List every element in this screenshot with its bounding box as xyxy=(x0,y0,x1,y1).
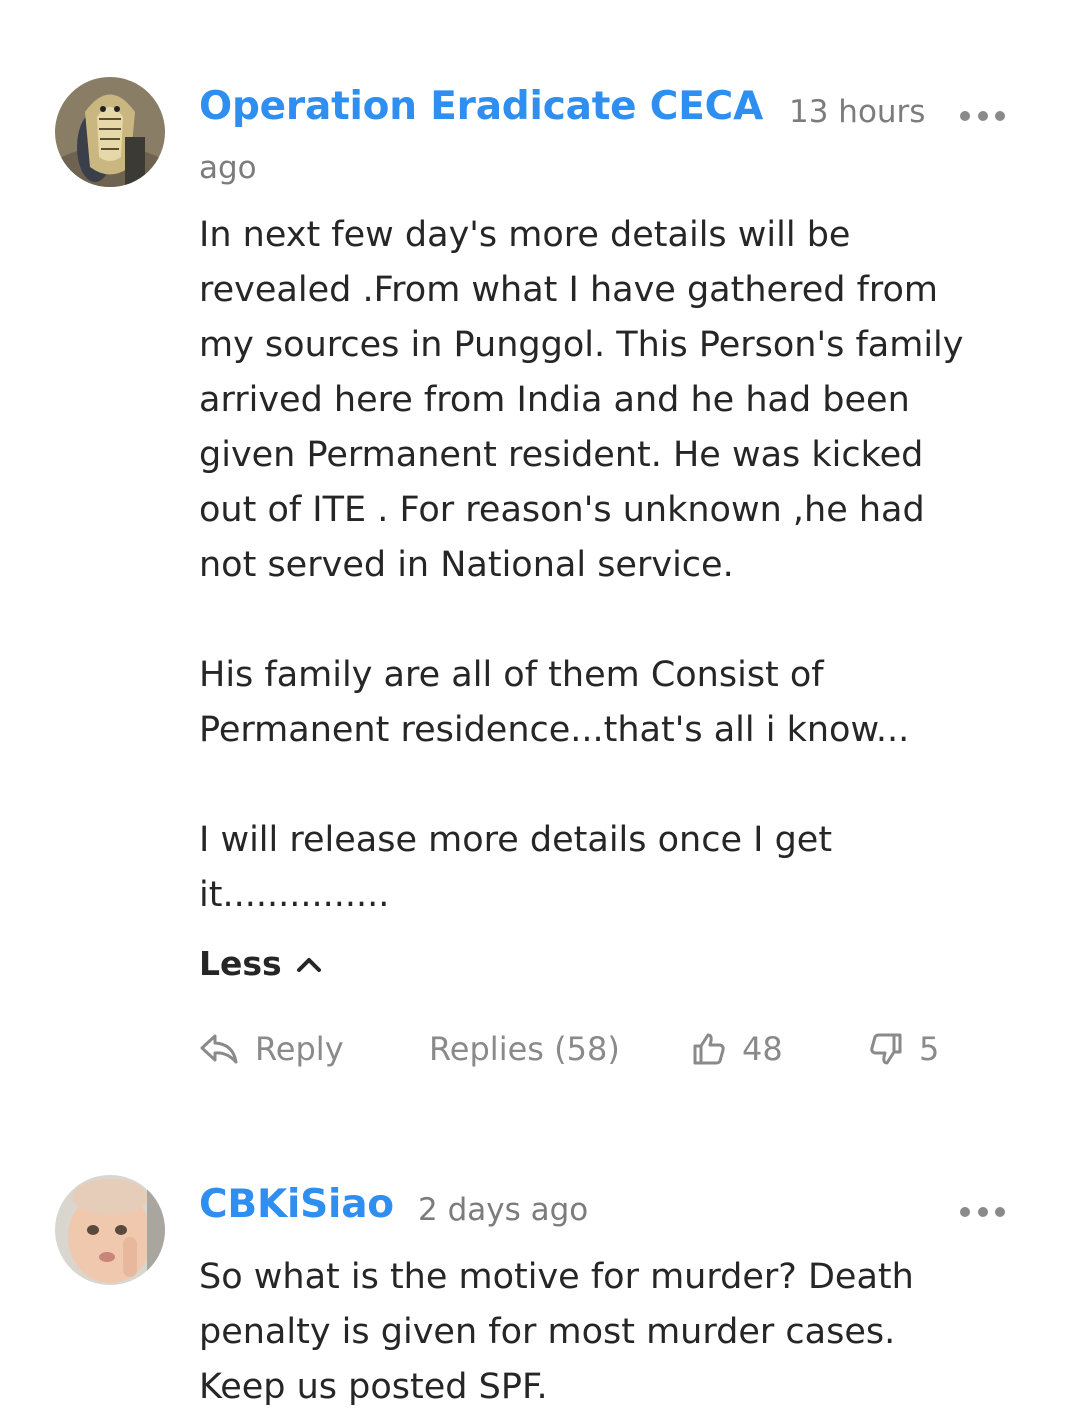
comment-line: In next few day's more details will be xyxy=(199,215,851,255)
dislike-count: 5 xyxy=(919,1030,940,1068)
comment-author[interactable]: Operation Eradicate CECA xyxy=(199,84,763,129)
comment-line: given Permanent resident. He was kicked xyxy=(199,435,924,475)
comment-line: Permanent residence...that's all i know.… xyxy=(199,710,910,750)
comment-line: So what is the motive for murder? Death xyxy=(199,1257,914,1297)
comment-timestamp: 13 hours xyxy=(789,94,926,130)
replies-count-label: Replies (58) xyxy=(429,1030,620,1068)
comment-timestamp-continued: ago xyxy=(199,150,257,186)
comment-line: Keep us posted SPF. xyxy=(199,1367,548,1407)
reply-label: Reply xyxy=(255,1030,344,1068)
comment-line: out of ITE . For reason's unknown ,he ha… xyxy=(199,490,925,530)
comment-body: So what is the motive for murder? Death … xyxy=(199,1250,1029,1415)
more-options-icon[interactable] xyxy=(960,106,1005,126)
comment-item: CBKiSiao 2 days ago So what is the motiv… xyxy=(0,1150,1080,1424)
comment-line: arrived here from India and he had been xyxy=(199,380,910,420)
like-button[interactable]: 48 xyxy=(692,1030,783,1068)
comment-timestamp: 2 days ago xyxy=(418,1192,589,1228)
reply-arrow-icon xyxy=(200,1034,238,1064)
replies-button[interactable]: Replies (58) xyxy=(429,1030,620,1068)
avatar-baby[interactable] xyxy=(55,1175,165,1285)
comment-line: revealed .From what I have gathered from xyxy=(199,270,939,310)
comment-line: I will release more details once I get xyxy=(199,820,833,860)
comment-line: not served in National service. xyxy=(199,545,734,585)
chevron-up-icon xyxy=(296,957,321,972)
show-less-button[interactable]: Less xyxy=(199,944,322,983)
thumbs-down-icon xyxy=(870,1033,902,1065)
comment-item: Operation Eradicate CECA 13 hours ago In… xyxy=(0,0,1080,1100)
comment-body: In next few day's more details will be r… xyxy=(199,208,1029,923)
like-count: 48 xyxy=(742,1030,783,1068)
dislike-button[interactable]: 5 xyxy=(869,1030,939,1068)
comment-line: penalty is given for most murder cases. xyxy=(199,1312,896,1352)
comment-author[interactable]: CBKiSiao xyxy=(199,1182,394,1227)
reply-button[interactable]: Reply xyxy=(199,1030,344,1068)
comment-line: His family are all of them Consist of xyxy=(199,655,824,695)
comment-line: my sources in Punggol. This Person's fam… xyxy=(199,325,964,365)
thumbs-up-icon xyxy=(693,1033,725,1065)
avatar-cobra[interactable] xyxy=(55,77,165,187)
show-less-label: Less xyxy=(199,944,282,983)
comment-line: it............... xyxy=(199,875,390,915)
comment-actions: Reply Replies (58) 48 5 xyxy=(0,1030,1080,1080)
more-options-icon[interactable] xyxy=(960,1202,1005,1222)
